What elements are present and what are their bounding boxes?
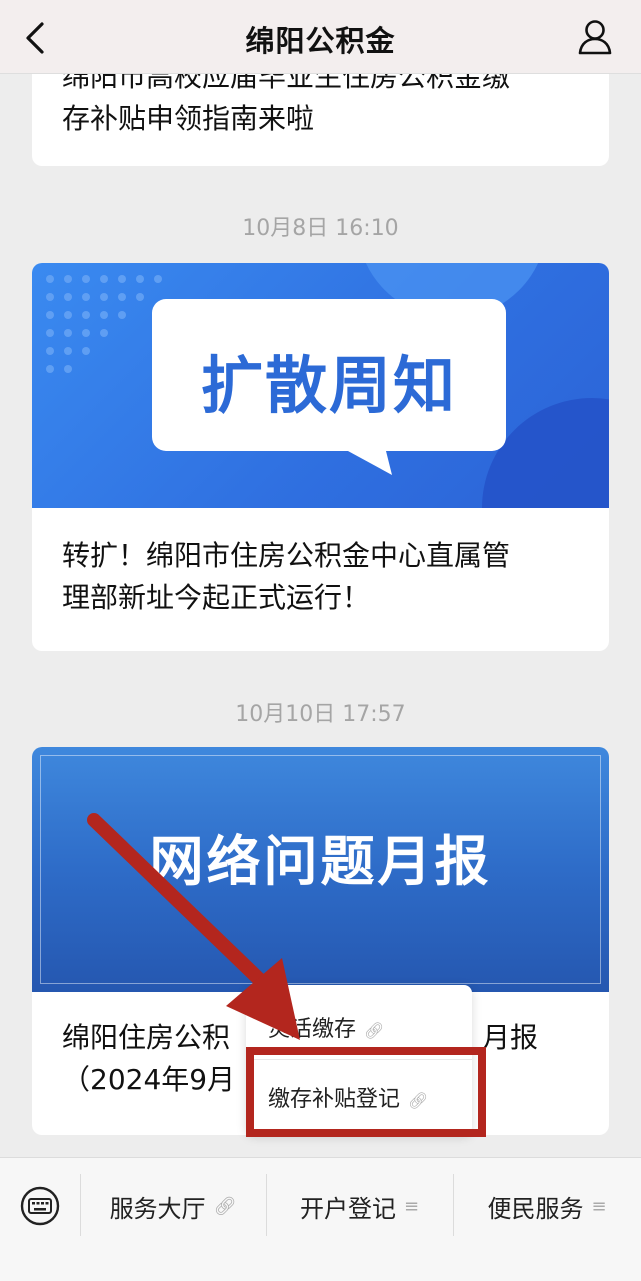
banner-text: 网络问题月报 — [149, 829, 492, 893]
menu-item-service-hall[interactable]: 服务大厅 🔗︎ — [80, 1158, 266, 1254]
article-card[interactable]: 扩散周知 转扩！绵阳市住房公积金中心直属管 理部新址今起正式运行！ — [32, 263, 609, 651]
menu-item-public-services[interactable]: 便民服务 ≡ — [453, 1158, 641, 1254]
link-icon: 🔗︎ — [364, 1021, 385, 1040]
page-title: 绵阳公积金 — [245, 24, 396, 58]
bottom-menu-bar: 服务大厅 🔗︎ 开户登记 ≡ 便民服务 ≡ — [0, 1157, 641, 1281]
link-icon: 🔗︎ — [213, 1195, 237, 1217]
banner-text: 扩散周知 — [200, 349, 457, 422]
article-title: 转扩！绵阳市住房公积金中心直属管 理部新址今起正式运行！ — [62, 539, 511, 614]
article-banner: 网络问题月报 — [32, 747, 609, 992]
menu-lines-icon: ≡ — [403, 1195, 420, 1217]
article-banner: 扩散周知 — [32, 263, 609, 508]
nav-bar: 绵阳公积金 — [0, 0, 641, 74]
submenu-item-flexible-deposit[interactable]: 灵活缴存 🔗︎ — [268, 1011, 384, 1043]
keyboard-icon[interactable] — [20, 1186, 60, 1226]
timestamp: 10月10日 17:57 — [235, 702, 406, 727]
user-icon[interactable] — [577, 18, 613, 56]
annotation-highlight-box — [246, 1047, 486, 1137]
menu-lines-icon: ≡ — [591, 1195, 607, 1217]
menu-item-account-registration[interactable]: 开户登记 ≡ — [266, 1158, 453, 1254]
timestamp: 10月8日 16:10 — [242, 216, 399, 241]
